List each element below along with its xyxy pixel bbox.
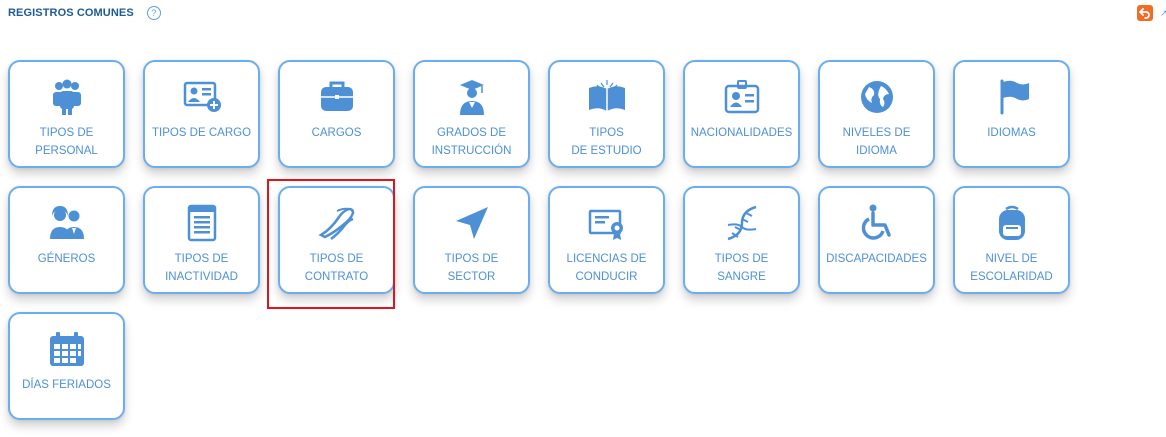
tile-id-card-add[interactable]: TIPOS DE CARGO xyxy=(143,60,260,168)
tile-label: LICENCIAS DE CONDUCIR xyxy=(566,253,647,283)
tile-label: GRADOS DE INSTRUCCIÓN xyxy=(431,127,512,157)
selection-highlight xyxy=(267,179,395,309)
certificate-icon xyxy=(587,202,627,244)
page-header: REGISTROS COMUNES ? xyxy=(8,6,161,20)
tile-id-badge[interactable]: NACIONALIDADES xyxy=(683,60,800,168)
flag-icon xyxy=(992,76,1032,118)
graduate-icon xyxy=(452,76,492,118)
globe-icon xyxy=(857,76,897,118)
tile-dna[interactable]: TIPOS DE SANGRE xyxy=(683,186,800,294)
dna-icon xyxy=(722,202,762,244)
tile-location-arrow[interactable]: TIPOS DE SECTOR xyxy=(413,186,530,294)
tile-label: NIVELES DE IDIOMA xyxy=(842,127,911,157)
tile-certificate[interactable]: LICENCIAS DE CONDUCIR xyxy=(548,186,665,294)
tile-label: TIPOS DE PERSONAL xyxy=(35,127,98,157)
calendar-icon xyxy=(47,328,87,370)
tile-calendar[interactable]: DÍAS FERIADOS xyxy=(8,312,125,420)
tile-label: DÍAS FERIADOS xyxy=(22,379,111,391)
tile-couple[interactable]: GÉNEROS xyxy=(8,186,125,294)
tile-label: IDIOMAS xyxy=(987,127,1036,139)
location-arrow-icon xyxy=(452,202,492,244)
tile-label: DISCAPACIDADES xyxy=(826,253,927,265)
tile-document-list[interactable]: TIPOS DE INACTIVIDAD xyxy=(143,186,260,294)
tile-label: NACIONALIDADES xyxy=(690,127,793,139)
tile-label: TIPOS DE ESTUDIO xyxy=(571,127,642,157)
registry-grid: TIPOS DE PERSONAL TIPOS DE CARGO CARGOS GRA… xyxy=(8,60,1088,420)
wheelchair-icon xyxy=(857,202,897,244)
couple-icon xyxy=(47,202,87,244)
tile-label: GÉNEROS xyxy=(37,253,96,265)
tile-users-group[interactable]: TIPOS DE PERSONAL xyxy=(8,60,125,168)
tile-globe[interactable]: NIVELES DE IDIOMA xyxy=(818,60,935,168)
id-badge-icon xyxy=(722,76,762,118)
back-button[interactable] xyxy=(1137,5,1153,21)
document-list-icon xyxy=(182,202,222,244)
tile-wheelchair[interactable]: DISCAPACIDADES xyxy=(818,186,935,294)
tile-graduate[interactable]: GRADOS DE INSTRUCCIÓN xyxy=(413,60,530,168)
tile-label: TIPOS DE SANGRE xyxy=(714,253,769,283)
open-book-icon xyxy=(587,76,627,118)
undo-icon xyxy=(1139,8,1150,19)
help-icon[interactable]: ? xyxy=(146,6,161,20)
id-card-add-icon xyxy=(182,76,222,118)
tile-label: TIPOS DE CARGO xyxy=(151,127,252,139)
users-group-icon xyxy=(47,76,87,118)
backpack-icon xyxy=(992,202,1032,244)
tile-label: NIVEL DE ESCOLARIDAD xyxy=(970,253,1053,283)
tile-backpack[interactable]: NIVEL DE ESCOLARIDAD xyxy=(953,186,1070,294)
tile-label: TIPOS DE SECTOR xyxy=(444,253,499,283)
page-title: REGISTROS COMUNES xyxy=(8,7,134,19)
tile-briefcase[interactable]: CARGOS xyxy=(278,60,395,168)
expand-icon[interactable]: ↗ xyxy=(1160,8,1166,19)
briefcase-icon xyxy=(317,76,357,118)
tile-flag[interactable]: IDIOMAS xyxy=(953,60,1070,168)
tile-label: CARGOS xyxy=(311,127,362,139)
tile-label: TIPOS DE INACTIVIDAD xyxy=(165,253,238,283)
tile-open-book[interactable]: TIPOS DE ESTUDIO xyxy=(548,60,665,168)
